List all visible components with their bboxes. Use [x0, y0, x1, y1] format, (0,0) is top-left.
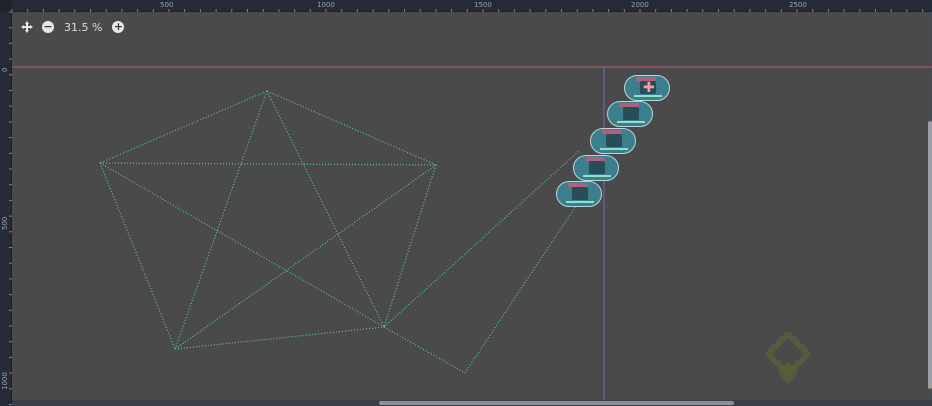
node-screen — [572, 187, 588, 200]
horizontal-scrollbar[interactable] — [12, 400, 932, 406]
edge — [383, 149, 581, 328]
pentagram-edges — [99, 90, 581, 374]
ruler-ticks — [11, 9, 924, 12]
node-base — [634, 95, 662, 97]
edge — [266, 90, 385, 328]
zoom-level: 31.5 % — [64, 20, 103, 34]
graph-node[interactable] — [607, 101, 653, 127]
node-base — [600, 148, 628, 150]
node-base — [583, 175, 611, 177]
node-base — [566, 201, 594, 203]
edge — [174, 164, 437, 350]
edge — [174, 90, 268, 350]
edge — [174, 326, 385, 350]
ruler-ticks — [9, 11, 12, 405]
edge — [383, 164, 437, 328]
graph-node[interactable] — [556, 181, 602, 207]
zoom-in-button[interactable]: + — [112, 21, 125, 33]
graph-node[interactable] — [573, 155, 619, 181]
canvas-toolbar: − 31.5 % + — [20, 18, 125, 36]
edge — [383, 326, 466, 374]
move-icon[interactable] — [20, 20, 34, 34]
vertical-scroll-thumb[interactable] — [928, 121, 932, 389]
zoom-out-button[interactable]: − — [42, 21, 54, 33]
edge — [99, 162, 176, 350]
edge — [464, 202, 579, 374]
horizontal-scroll-thumb[interactable] — [379, 401, 734, 405]
graph-node[interactable]: ✚ — [624, 75, 670, 101]
node-screen — [606, 134, 622, 147]
graph-node[interactable] — [590, 128, 636, 154]
edge — [99, 90, 268, 164]
node-screen — [589, 161, 605, 174]
edge — [266, 90, 437, 166]
node-base — [617, 121, 645, 123]
edge — [99, 162, 437, 166]
medical-cross-icon: ✚ — [643, 80, 655, 96]
watermark-logo-icon — [766, 332, 810, 384]
node-screen — [623, 107, 639, 120]
